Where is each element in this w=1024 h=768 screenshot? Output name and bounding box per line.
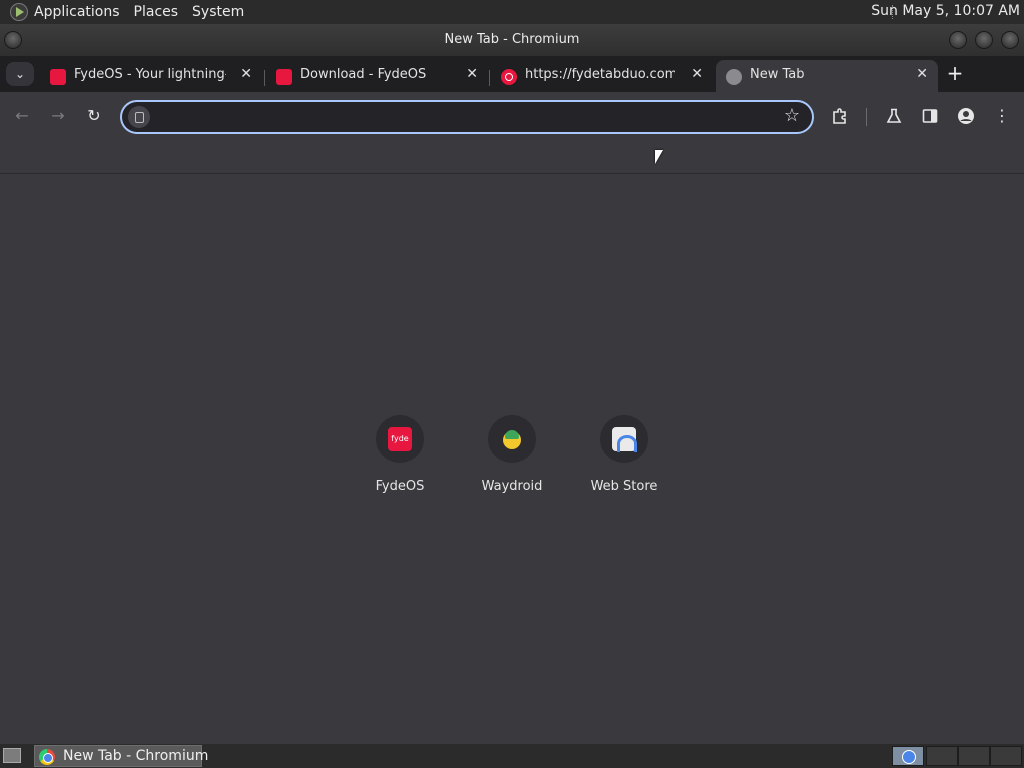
fydeos-icon (276, 69, 292, 85)
back-button[interactable]: ← (10, 104, 34, 128)
window-titlebar[interactable]: New Tab - Chromium (0, 24, 1024, 56)
close-window-button[interactable] (1001, 31, 1019, 49)
menu-button[interactable]: ⋮ (990, 104, 1014, 128)
reload-icon: ↻ (87, 106, 101, 125)
tab-divider (489, 70, 490, 86)
waydroid-icon (500, 427, 524, 451)
menu-system[interactable]: System (192, 4, 244, 20)
tab-download-fydeos[interactable]: Download - FydeOS ✕ (266, 60, 488, 92)
side-panel-button[interactable] (918, 104, 942, 128)
mouse-cursor-icon (655, 150, 663, 164)
shortcut-waydroid[interactable]: Waydroid (456, 413, 568, 503)
new-tab-button[interactable]: + (943, 62, 967, 86)
side-panel-icon (922, 109, 938, 123)
window-title: New Tab - Chromium (444, 32, 580, 47)
arrow-left-icon: ← (15, 106, 29, 125)
globe-icon (726, 69, 742, 85)
arrow-right-icon: → (51, 106, 65, 125)
address-bar[interactable]: ☆ (120, 100, 814, 134)
fydeos-icon (50, 69, 66, 85)
tab-fydeos-home[interactable]: FydeOS - Your lightning-fa ✕ (40, 60, 262, 92)
tab-label: New Tab (750, 67, 805, 82)
workspace-4[interactable] (990, 746, 1022, 766)
workspace-3[interactable] (958, 746, 990, 766)
close-tab-icon[interactable]: ✕ (916, 66, 928, 82)
tab-divider (264, 70, 265, 86)
show-desktop-icon[interactable] (3, 748, 21, 763)
shortcut-icon-circle (488, 415, 536, 463)
shortcut-icon-circle: fyde (376, 415, 424, 463)
webstore-icon (612, 427, 637, 452)
tab-label: Download - FydeOS (300, 67, 427, 82)
new-tab-page: fyde FydeOS Waydroid Web Store (0, 175, 1024, 744)
shortcut-fydeos[interactable]: fyde FydeOS (344, 413, 456, 503)
shortcut-label: Web Store (590, 479, 658, 494)
extensions-button[interactable] (828, 104, 852, 128)
labs-button[interactable] (882, 104, 906, 128)
account-icon (958, 108, 974, 124)
tab-strip: ⌄ FydeOS - Your lightning-fa ✕ Download … (0, 56, 1024, 92)
tab-new-tab[interactable]: New Tab ✕ (716, 60, 938, 92)
chromium-icon (39, 749, 55, 765)
chevron-down-icon: ⌄ (14, 67, 26, 81)
close-tab-icon[interactable]: ✕ (466, 66, 478, 82)
shortcut-label: FydeOS (375, 479, 425, 494)
tab-fydetabduo[interactable]: https://fydetabduo.com/ ✕ (491, 60, 713, 92)
bottom-taskbar: New Tab - Chromium (0, 744, 1024, 768)
clock[interactable]: Sun May 5, 10:07 AM (871, 3, 1020, 19)
toolbar-separator (866, 108, 867, 126)
puzzle-icon (833, 108, 846, 124)
top-panel: Applications Places System Sun May 5, 10… (0, 0, 1024, 24)
menu-places[interactable]: Places (134, 4, 179, 20)
shortcut-icon-circle (600, 415, 648, 463)
workspace-2[interactable] (926, 746, 958, 766)
browser-toolbar: ← → ↻ ☆ ⋮ (0, 92, 1024, 140)
shortcut-web-store[interactable]: Web Store (568, 413, 680, 503)
tab-label: https://fydetabduo.com/ (525, 67, 675, 82)
more-vert-icon: ⋮ (994, 106, 1010, 125)
menu-applications[interactable]: Applications (34, 4, 120, 20)
fydeos-icon: fyde (388, 427, 412, 451)
forward-button[interactable]: → (46, 104, 70, 128)
tab-search-button[interactable]: ⌄ (6, 62, 34, 86)
profile-button[interactable] (954, 104, 978, 128)
bookmark-bar (0, 140, 1024, 174)
tab-label: FydeOS - Your lightning-fa (74, 67, 226, 82)
workspace-1[interactable] (892, 746, 924, 766)
maximize-button[interactable] (975, 31, 993, 49)
fydetabduo-icon (501, 69, 517, 85)
taskbar-item-label: New Tab - Chromium (63, 748, 209, 764)
plus-icon: + (946, 61, 964, 85)
taskbar-item-chromium[interactable]: New Tab - Chromium (34, 745, 208, 767)
bookmark-star-icon[interactable]: ☆ (784, 105, 800, 126)
flask-icon (886, 108, 902, 123)
shortcut-label: Waydroid (481, 479, 543, 494)
site-info-icon[interactable] (128, 106, 150, 128)
applications-logo-icon[interactable] (10, 3, 28, 21)
reload-button[interactable]: ↻ (82, 104, 106, 128)
address-input[interactable] (156, 106, 776, 128)
close-tab-icon[interactable]: ✕ (691, 66, 703, 82)
minimize-button[interactable] (949, 31, 967, 49)
close-tab-icon[interactable]: ✕ (240, 66, 252, 82)
